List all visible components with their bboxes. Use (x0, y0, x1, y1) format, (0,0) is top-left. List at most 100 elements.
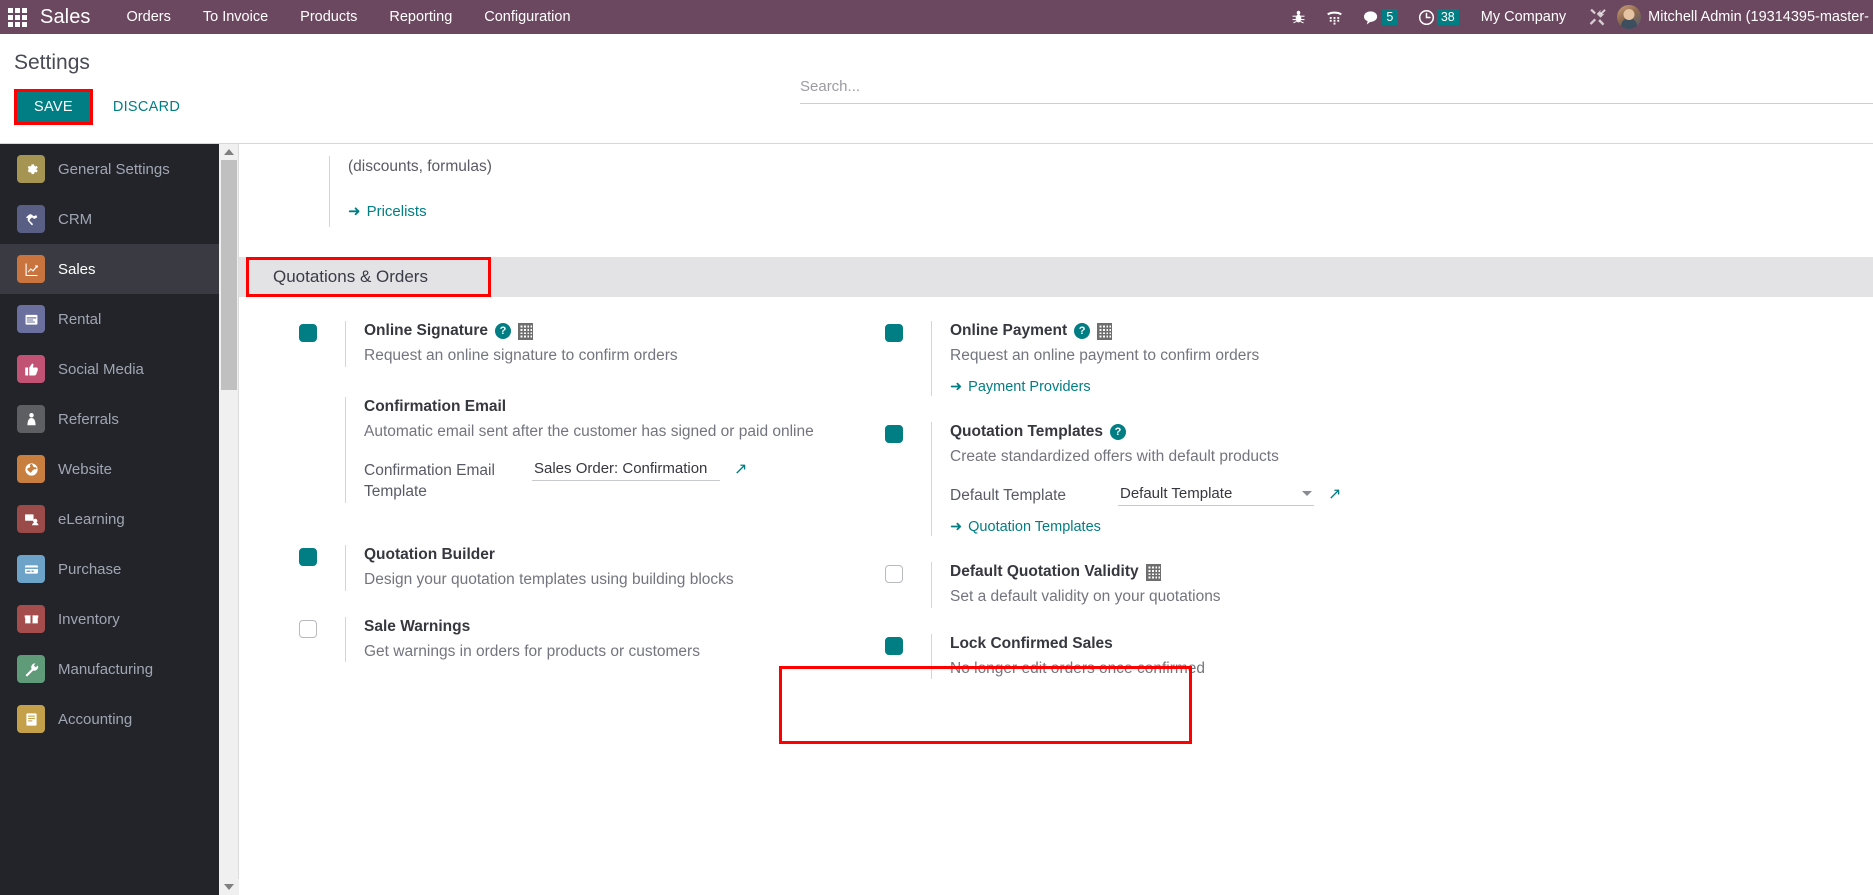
checkbox-cell (885, 422, 931, 537)
sidebar-item-rental[interactable]: Rental (0, 294, 219, 344)
user-menu[interactable]: Mitchell Admin (19314395-master- (1648, 9, 1873, 25)
section-title: Quotations & Orders (273, 267, 428, 286)
checkbox-cell (299, 397, 345, 503)
menu-item-reporting[interactable]: Reporting (373, 1, 468, 33)
help-icon[interactable]: ? (1110, 424, 1127, 441)
online-signature-checkbox[interactable] (299, 324, 317, 342)
sidebar-item-referrals[interactable]: Referrals (0, 394, 219, 444)
setting-title: Quotation Templates (950, 422, 1104, 440)
text-cell: Sale Warnings Get warnings in orders for… (345, 616, 832, 663)
setting-title-row: Default Quotation Validity (950, 562, 1873, 583)
scroll-up-arrow[interactable] (219, 144, 238, 160)
sidebar-item-label: Purchase (58, 560, 122, 578)
settings-grid: Online Signature ? Request an online sig… (239, 297, 1873, 744)
checkbox-cell (299, 617, 345, 663)
payment-providers-label: Payment Providers (968, 378, 1091, 395)
field-control: Default Template ↗︎ (1118, 484, 1341, 507)
avatar[interactable] (1617, 5, 1642, 29)
quotation-builder-checkbox[interactable] (299, 548, 317, 567)
text-cell: Online Payment ? Request an online payme… (931, 321, 1873, 396)
field-label: Default Template (950, 487, 1067, 505)
tools-icon[interactable] (1578, 0, 1617, 34)
setting-title: Online Signature (364, 322, 489, 339)
messages-counter[interactable]: 5 (1353, 0, 1408, 34)
save-button[interactable]: SAVE (17, 92, 90, 122)
menu-item-configuration[interactable]: Configuration (468, 1, 586, 33)
sidebar-item-sales[interactable]: Sales (0, 244, 219, 294)
search-input[interactable] (800, 78, 1873, 95)
quotation-templates-checkbox[interactable] (885, 424, 903, 443)
payment-providers-link[interactable]: ➜ Payment Providers (950, 379, 1091, 395)
sidebar-item-label: Referrals (58, 410, 119, 428)
default-quotation-validity-checkbox[interactable] (885, 565, 903, 584)
company-dependent-icon[interactable] (518, 322, 534, 340)
calendar-icon (17, 305, 45, 333)
setting-description: Get warnings in orders for products or c… (364, 642, 700, 660)
sidebar-item-label: CRM (58, 210, 93, 228)
setting-description: Create standardized offers with default … (950, 447, 1279, 465)
company-dependent-icon[interactable] (1097, 322, 1113, 340)
sidebar-item-manufacturing[interactable]: Manufacturing (0, 644, 219, 694)
phone-dialpad-icon[interactable] (1316, 0, 1353, 34)
setting-description: Automatic email sent after the customer … (364, 422, 814, 440)
setting-confirmation-email: Confirmation Email Automatic email sent … (299, 396, 832, 504)
field-label: Confirmation Email Template (364, 462, 495, 501)
sidebar-item-social-media[interactable]: Social Media (0, 344, 219, 394)
sidebar-item-inventory[interactable]: Inventory (0, 594, 219, 644)
external-link-icon[interactable]: ↗︎ (1328, 487, 1341, 503)
settings-column-right: Online Payment ? Request an online payme… (779, 321, 1873, 744)
setting-description: Design your quotation templates using bu… (364, 570, 734, 588)
checkbox-cell (885, 562, 931, 608)
menu-item-to-invoice[interactable]: To Invoice (187, 1, 284, 33)
sidebar-item-label: Sales (58, 260, 96, 278)
help-icon[interactable]: ? (495, 323, 512, 340)
sidebar-item-general-settings[interactable]: General Settings (0, 144, 219, 194)
online-payment-checkbox[interactable] (885, 324, 903, 342)
default-template-row: Default Template Default Template ↗︎ (950, 484, 1873, 507)
company-dependent-icon[interactable] (1145, 564, 1161, 582)
external-link-icon[interactable]: ↗︎ (734, 462, 747, 478)
setting-title-row: Sale Warnings (364, 617, 832, 638)
messages-count-badge: 5 (1381, 8, 1398, 26)
confirmation-email-template-input[interactable] (532, 459, 720, 482)
setting-description: Request an online signature to confirm o… (364, 346, 678, 364)
sidebar-item-label: Rental (58, 310, 102, 328)
help-icon[interactable]: ? (1074, 323, 1091, 340)
setting-title: Quotation Builder (364, 546, 495, 564)
text-cell: Lock Confirmed Sales No longer edit orde… (931, 633, 1873, 680)
confirmation-email-template-row: Confirmation Email Template ↗︎ (364, 459, 832, 503)
app-brand-sales[interactable]: Sales (34, 6, 95, 29)
sidebar-item-website[interactable]: Website (0, 444, 219, 494)
default-template-value: Default Template (1120, 485, 1233, 503)
control-panel: Settings SAVE DISCARD (0, 34, 1873, 144)
sidebar-item-crm[interactable]: CRM (0, 194, 219, 244)
sidebar-item-purchase[interactable]: Purchase (0, 544, 219, 594)
setting-title-row: Online Payment ? (950, 321, 1873, 342)
arrow-right-icon: ➜ (950, 519, 963, 536)
settings-column-left: Online Signature ? Request an online sig… (239, 321, 832, 705)
checkbox-cell (885, 321, 931, 396)
pricelists-link[interactable]: ➜ Pricelists (348, 202, 427, 221)
discard-button[interactable]: DISCARD (101, 92, 192, 122)
bug-icon[interactable] (1281, 0, 1316, 34)
menu-item-orders[interactable]: Orders (111, 1, 187, 33)
settings-scrollbar[interactable] (219, 144, 239, 895)
text-cell: Online Signature ? Request an online sig… (345, 321, 832, 367)
apps-grid-icon[interactable] (0, 0, 34, 34)
company-switcher[interactable]: My Company (1469, 9, 1578, 25)
setting-description: Set a default validity on your quotation… (950, 588, 1221, 606)
quotation-templates-link[interactable]: ➜ Quotation Templates (950, 519, 1101, 535)
sidebar-item-elearning[interactable]: eLearning (0, 494, 219, 544)
sidebar-item-accounting[interactable]: Accounting (0, 694, 219, 744)
scroll-down-arrow[interactable] (219, 879, 239, 895)
scrollbar-thumb[interactable] (221, 160, 237, 390)
activities-counter[interactable]: 38 (1408, 0, 1469, 34)
lock-confirmed-sales-checkbox[interactable] (885, 636, 903, 655)
default-template-select[interactable]: Default Template (1118, 484, 1314, 507)
setting-title-row: Lock Confirmed Sales (950, 634, 1873, 655)
checkbox-cell (885, 634, 931, 680)
sale-warnings-checkbox[interactable] (299, 619, 317, 638)
menu-item-products[interactable]: Products (284, 1, 373, 33)
search-bar (800, 78, 1873, 104)
sidebar-item-label: Accounting (58, 710, 133, 728)
